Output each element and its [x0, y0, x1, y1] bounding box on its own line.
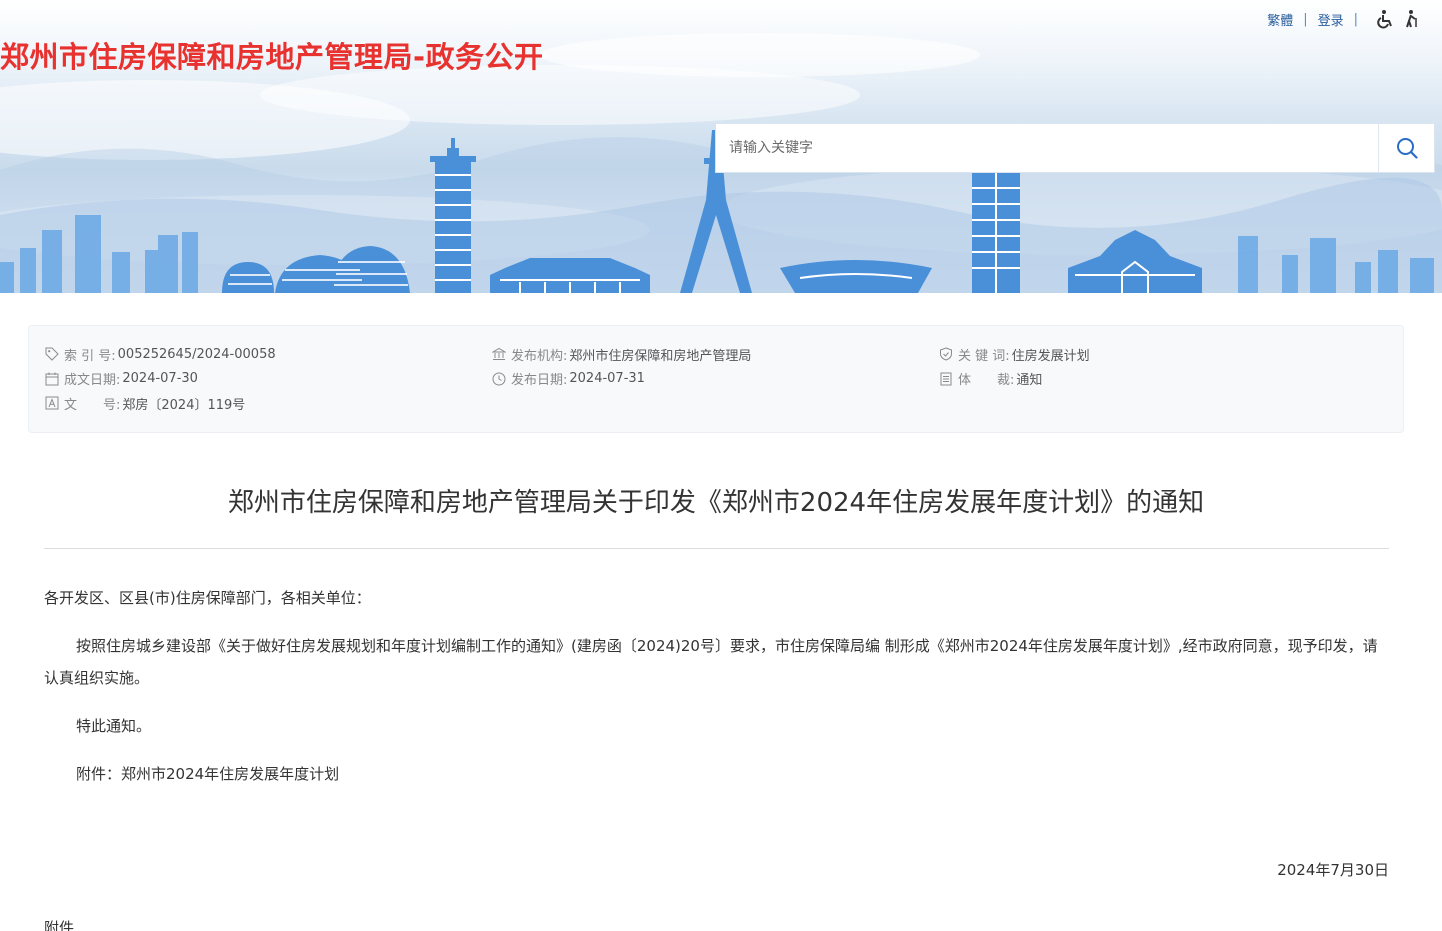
tag-icon	[45, 347, 59, 361]
meta-index-no: 索 引 号: 005252645/2024-00058	[45, 342, 276, 367]
link-separator: |	[1303, 11, 1308, 27]
traditional-chinese-link[interactable]: 繁體	[1267, 10, 1293, 29]
elderly-icon[interactable]	[1402, 8, 1424, 30]
shield-icon	[939, 347, 953, 361]
article-greeting: 各开发区、区县(市)住房保障部门，各相关单位：	[44, 589, 371, 607]
clock-icon	[492, 372, 506, 386]
header-banner: 郑州市住房保障和房地产管理局-政务公开 繁體 | 登录 |	[0, 0, 1442, 293]
institution-icon	[492, 347, 506, 361]
search-icon	[1396, 138, 1418, 159]
meta-column-1: 索 引 号: 005252645/2024-00058 成文日期: 2024-0…	[45, 342, 276, 416]
meta-doc-no: 文 号: 郑房〔2024〕119号	[45, 391, 276, 416]
article-signed-date: 2024年7月30日	[1277, 861, 1389, 879]
article-title: 郑州市住房保障和房地产管理局关于印发《郑州市2024年住房发展年度计划》的通知	[227, 488, 1205, 518]
wheelchair-icon[interactable]	[1374, 8, 1396, 30]
meta-column-3: 关 键 词: 住房发展计划 体 裁: 通知	[939, 342, 1090, 391]
meta-publisher: 发布机构: 郑州市住房保障和房地产管理局	[492, 342, 751, 367]
meta-keywords: 关 键 词: 住房发展计划	[939, 342, 1090, 367]
search-box	[715, 123, 1435, 173]
search-button[interactable]	[1378, 124, 1434, 172]
list-icon	[939, 372, 953, 386]
document-meta-info: 索 引 号: 005252645/2024-00058 成文日期: 2024-0…	[28, 325, 1404, 433]
login-link[interactable]: 登录	[1318, 10, 1344, 29]
article-paragraph-2: 特此通知。	[76, 717, 152, 735]
site-title[interactable]: 郑州市住房保障和房地产管理局-政务公开	[0, 34, 544, 76]
calendar-icon	[45, 372, 59, 386]
title-divider	[44, 548, 1389, 549]
meta-written-date: 成文日期: 2024-07-30	[45, 367, 276, 392]
document-number-icon	[45, 396, 59, 410]
search-input[interactable]	[716, 124, 1378, 172]
link-separator: |	[1353, 11, 1358, 27]
article-attachment-line[interactable]: 附件：郑州市2024年住房发展年度计划	[44, 758, 1389, 790]
article-attachment-heading: 附件	[44, 919, 75, 931]
top-links: 繁體 | 登录 |	[1267, 8, 1424, 30]
meta-genre: 体 裁: 通知	[939, 367, 1090, 392]
meta-column-2: 发布机构: 郑州市住房保障和房地产管理局 发布日期: 2024-07-31	[492, 342, 751, 391]
article-paragraph-1: 按照住房城乡建设部《关于做好住房发展规划和年度计划编制工作的通知》(建房函〔20…	[44, 637, 1378, 687]
meta-publish-date: 发布日期: 2024-07-31	[492, 367, 751, 392]
